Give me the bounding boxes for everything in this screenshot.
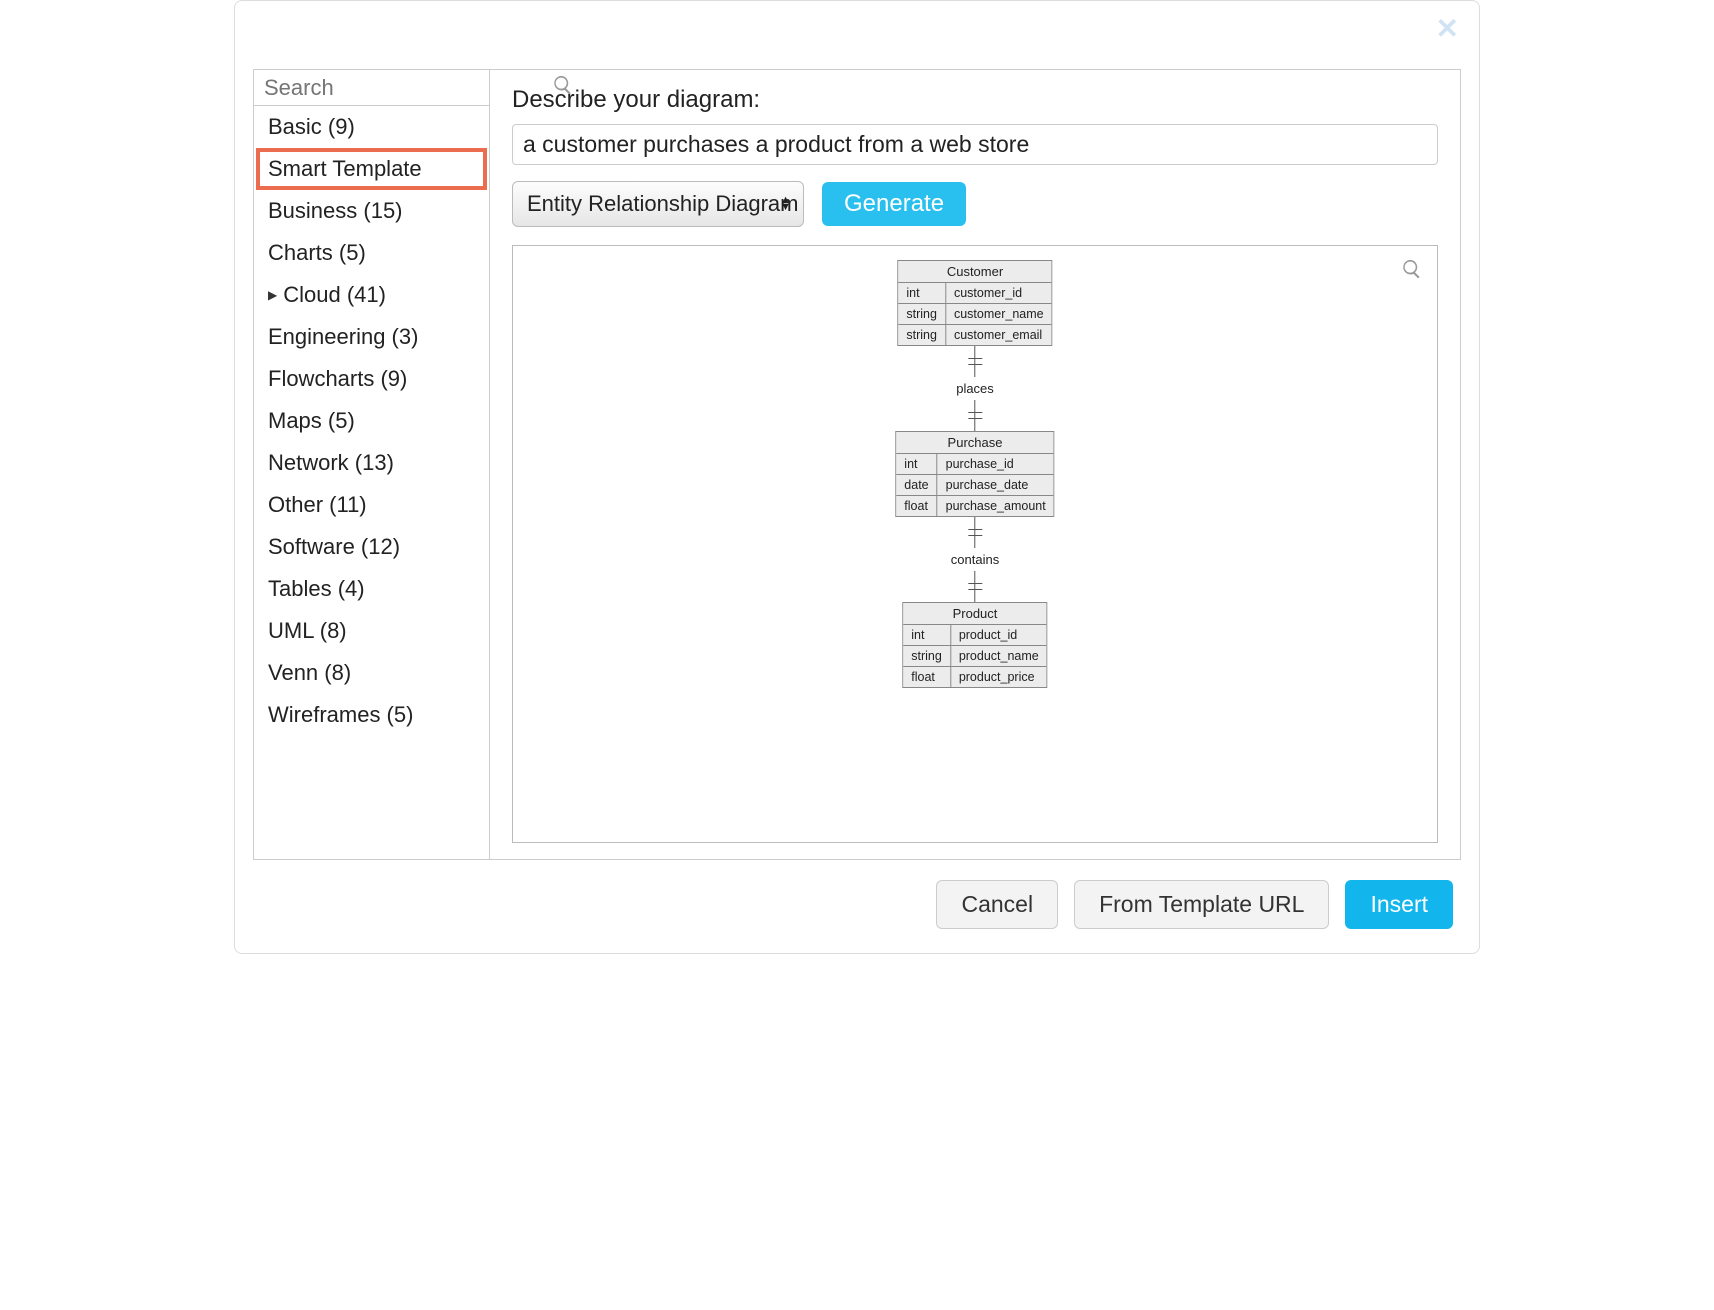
zoom-icon[interactable] xyxy=(1401,258,1423,285)
category-item[interactable]: Software (12) xyxy=(256,526,487,568)
er-field-type: date xyxy=(896,475,937,496)
category-label: Cloud (41) xyxy=(283,282,386,308)
er-field-type: string xyxy=(898,304,945,325)
category-label: Business (15) xyxy=(268,198,403,224)
sidebar: Basic (9) Smart Template Business (15) Char… xyxy=(254,70,490,859)
category-item[interactable]: Wireframes (5) xyxy=(256,694,487,736)
er-entity-name: Product xyxy=(903,603,1047,625)
prompt-label: Describe your diagram: xyxy=(512,86,1438,114)
er-field-name: customer_id xyxy=(945,283,1051,304)
category-item[interactable]: Basic (9) xyxy=(256,106,487,148)
category-item[interactable]: ▶ Cloud (41) xyxy=(256,274,487,316)
category-label: Wireframes (5) xyxy=(268,702,413,728)
er-entity: Productintproduct_idstringproduct_namefl… xyxy=(902,602,1048,688)
er-field-name: purchase_date xyxy=(937,475,1054,496)
category-label: Smart Template xyxy=(268,156,422,182)
category-label: Venn (8) xyxy=(268,660,351,686)
category-label: Basic (9) xyxy=(268,114,355,140)
er-field-name: purchase_id xyxy=(937,454,1054,475)
er-field-type: int xyxy=(903,625,950,646)
category-label: Software (12) xyxy=(268,534,400,560)
er-diagram: Customerintcustomer_idstringcustomer_nam… xyxy=(895,260,1054,688)
search-field-wrap xyxy=(254,70,489,106)
er-field-name: product_price xyxy=(950,667,1046,688)
insert-button[interactable]: Insert xyxy=(1345,880,1453,929)
close-icon[interactable]: ✕ xyxy=(1436,15,1459,43)
main-panel: Describe your diagram: Entity Relationsh… xyxy=(490,70,1460,859)
er-relationship-label: contains xyxy=(951,548,999,571)
category-label: UML (8) xyxy=(268,618,347,644)
er-relationship-label: places xyxy=(956,377,994,400)
er-field-type: int xyxy=(896,454,937,475)
er-relationship: contains xyxy=(951,517,999,602)
er-field-name: purchase_amount xyxy=(937,496,1054,517)
er-field-name: customer_name xyxy=(945,304,1051,325)
diagram-preview[interactable]: Customerintcustomer_idstringcustomer_nam… xyxy=(512,245,1438,843)
er-field-type: float xyxy=(896,496,937,517)
from-template-url-button[interactable]: From Template URL xyxy=(1074,880,1329,929)
category-item[interactable]: Engineering (3) xyxy=(256,316,487,358)
expand-icon: ▶ xyxy=(268,288,277,302)
category-label: Network (13) xyxy=(268,450,394,476)
er-field-type: float xyxy=(903,667,950,688)
category-item[interactable]: Smart Template xyxy=(256,148,487,190)
diagram-type-select[interactable]: Entity Relationship Diagram ▲▼ xyxy=(512,181,804,227)
select-arrows-icon: ▲▼ xyxy=(780,197,791,211)
er-field-type: string xyxy=(898,325,945,346)
category-item[interactable]: Venn (8) xyxy=(256,652,487,694)
category-item[interactable]: Other (11) xyxy=(256,484,487,526)
category-label: Charts (5) xyxy=(268,240,366,266)
category-label: Other (11) xyxy=(268,492,367,518)
er-entity-name: Purchase xyxy=(896,432,1053,454)
er-field-name: product_id xyxy=(950,625,1046,646)
category-item[interactable]: Maps (5) xyxy=(256,400,487,442)
er-field-name: customer_email xyxy=(945,325,1051,346)
er-field-name: product_name xyxy=(950,646,1046,667)
category-item[interactable]: UML (8) xyxy=(256,610,487,652)
generate-button[interactable]: Generate xyxy=(822,182,966,226)
controls-row: Entity Relationship Diagram ▲▼ Generate xyxy=(512,181,1438,227)
category-item[interactable]: Business (15) xyxy=(256,190,487,232)
category-label: Tables (4) xyxy=(268,576,365,602)
dialog-body: Basic (9) Smart Template Business (15) Char… xyxy=(253,69,1461,860)
er-entity: Purchaseintpurchase_iddatepurchase_datef… xyxy=(895,431,1054,517)
er-entity: Customerintcustomer_idstringcustomer_nam… xyxy=(897,260,1052,346)
er-field-type: string xyxy=(903,646,950,667)
er-field-type: int xyxy=(898,283,945,304)
category-item[interactable]: Flowcharts (9) xyxy=(256,358,487,400)
category-label: Flowcharts (9) xyxy=(268,366,407,392)
diagram-type-selected-label: Entity Relationship Diagram xyxy=(527,191,798,217)
prompt-input[interactable] xyxy=(512,124,1438,165)
category-list[interactable]: Basic (9) Smart Template Business (15) Char… xyxy=(254,106,489,859)
template-dialog: ✕ Basic (9) Smart Template Business (15) Ch… xyxy=(234,0,1480,954)
category-item[interactable]: Charts (5) xyxy=(256,232,487,274)
er-entity-name: Customer xyxy=(898,261,1051,283)
category-item[interactable]: Tables (4) xyxy=(256,568,487,610)
category-label: Engineering (3) xyxy=(268,324,418,350)
category-item[interactable]: Network (13) xyxy=(256,442,487,484)
dialog-footer: Cancel From Template URL Insert xyxy=(253,860,1461,935)
er-relationship: places xyxy=(956,346,994,431)
category-label: Maps (5) xyxy=(268,408,355,434)
cancel-button[interactable]: Cancel xyxy=(936,880,1058,929)
